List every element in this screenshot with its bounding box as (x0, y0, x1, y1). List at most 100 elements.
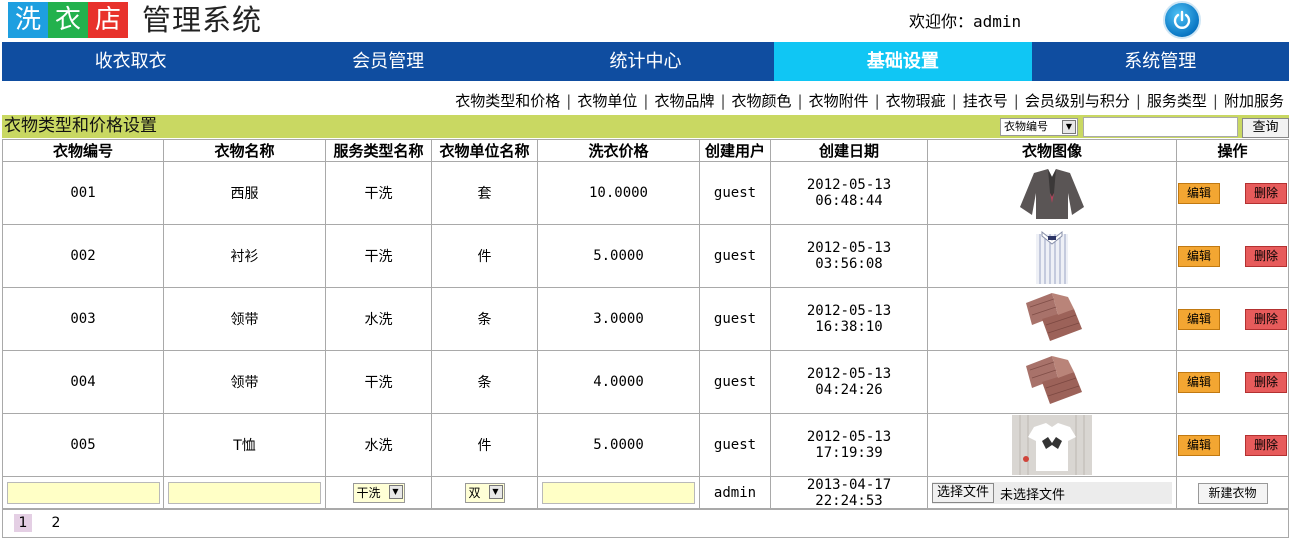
cell-unit: 件 (431, 413, 538, 477)
cell-user: guest (699, 224, 771, 288)
new-service-select[interactable]: 干洗 ▼ (352, 483, 405, 503)
column-header-code[interactable]: 衣物编号 (2, 139, 164, 162)
cell-user: guest (699, 413, 771, 477)
sub-nav: 衣物类型和价格 | 衣物单位 | 衣物品牌 | 衣物颜色 | 衣物附件 | 衣物瑕疵 | 挂… (340, 90, 1290, 112)
edit-button[interactable]: 编辑 (1178, 308, 1221, 330)
choose-file-button[interactable]: 选择文件 (932, 483, 995, 503)
nav-item-receive[interactable]: 收衣取衣 (2, 42, 259, 81)
cell-code: 004 (2, 350, 164, 414)
subnav-item-extra-services[interactable]: 附加服务 (1218, 90, 1290, 112)
table-row: 001 西服 干洗 套 10.0000 guest 2012-05-13 06:… (2, 161, 1289, 225)
delete-button[interactable]: 删除 (1244, 308, 1287, 330)
edit-button[interactable]: 编辑 (1178, 434, 1221, 456)
cell-service: 干洗 (325, 350, 432, 414)
new-unit-cell: 双 ▼ (431, 476, 538, 510)
nav-item-system[interactable]: 系统管理 (1032, 42, 1289, 81)
cell-image (927, 224, 1177, 288)
tie-image (1026, 293, 1082, 341)
table-row: 005 T恤 水洗 件 5.0000 guest 2012-05-13 17:1… (2, 413, 1289, 477)
logout-button[interactable] (1163, 1, 1201, 39)
subnav-item-accessories[interactable]: 衣物附件 (803, 90, 875, 112)
new-service-selected: 干洗 (356, 486, 381, 500)
delete-button[interactable]: 删除 (1244, 182, 1287, 204)
cell-user: guest (699, 287, 771, 351)
page-1[interactable]: 1 (14, 514, 32, 532)
new-item-button[interactable]: 新建衣物 (1197, 482, 1268, 504)
page-2[interactable]: 2 (47, 514, 65, 532)
column-header-unit[interactable]: 衣物单位名称 (431, 139, 538, 162)
cell-price: 3.0000 (537, 287, 700, 351)
delete-button[interactable]: 删除 (1244, 371, 1287, 393)
search-input[interactable] (1083, 117, 1238, 137)
new-code-cell (2, 476, 164, 510)
edit-button[interactable]: 编辑 (1178, 245, 1221, 267)
cell-price: 4.0000 (537, 350, 700, 414)
query-button[interactable]: 查询 (1242, 118, 1289, 138)
nav-item-stats[interactable]: 统计中心 (517, 42, 774, 81)
cell-code: 002 (2, 224, 164, 288)
nav-item-basic-settings[interactable]: 基础设置 (774, 42, 1032, 81)
shirt-image (1036, 230, 1068, 284)
column-header-actions: 操作 (1176, 139, 1289, 162)
cell-actions: 编辑 删除 (1176, 224, 1289, 288)
cell-price: 10.0000 (537, 161, 700, 225)
column-header-name[interactable]: 衣物名称 (163, 139, 326, 162)
column-header-price[interactable]: 洗衣价格 (537, 139, 700, 162)
filter-field-select[interactable]: 衣物编号 ▼ (1000, 118, 1078, 136)
edit-button[interactable]: 编辑 (1178, 182, 1221, 204)
filter-selected-value: 衣物编号 (1004, 120, 1048, 133)
column-header-service[interactable]: 服务类型名称 (325, 139, 432, 162)
cell-image (927, 413, 1177, 477)
new-name-cell (163, 476, 326, 510)
column-header-date[interactable]: 创建日期 (770, 139, 928, 162)
clothes-table: 衣物编号 衣物名称 服务类型名称 衣物单位名称 洗衣价格 创建用户 创建日期 衣… (2, 139, 1289, 510)
cell-code: 005 (2, 413, 164, 477)
subnav-item-colors[interactable]: 衣物颜色 (726, 90, 798, 112)
cell-date: 2012-05-13 16:38:10 (770, 287, 928, 351)
cell-image (927, 350, 1177, 414)
new-service-cell: 干洗 ▼ (325, 476, 432, 510)
cell-actions: 编辑 删除 (1176, 161, 1289, 225)
pager: 1 2 (2, 508, 1289, 538)
edit-button[interactable]: 编辑 (1178, 371, 1221, 393)
nav-item-members[interactable]: 会员管理 (259, 42, 516, 81)
cell-service: 干洗 (325, 224, 432, 288)
delete-button[interactable]: 删除 (1244, 245, 1287, 267)
new-user-cell: admin (699, 476, 771, 510)
subnav-item-service-types[interactable]: 服务类型 (1141, 90, 1213, 112)
new-price-input[interactable] (542, 482, 695, 504)
cell-user: guest (699, 161, 771, 225)
new-unit-select[interactable]: 双 ▼ (464, 483, 505, 503)
cell-code: 001 (2, 161, 164, 225)
cell-name: 衬衫 (163, 224, 326, 288)
cell-date: 2012-05-13 04:24:26 (770, 350, 928, 414)
cell-service: 干洗 (325, 161, 432, 225)
subnav-item-types[interactable]: 衣物类型和价格 (449, 90, 566, 112)
subnav-item-hanger[interactable]: 挂衣号 (957, 90, 1014, 112)
cell-price: 5.0000 (537, 413, 700, 477)
subnav-item-brands[interactable]: 衣物品牌 (648, 90, 720, 112)
delete-button[interactable]: 删除 (1244, 434, 1287, 456)
new-code-input[interactable] (6, 482, 160, 504)
column-header-user[interactable]: 创建用户 (699, 139, 771, 162)
new-unit-selected: 双 (468, 486, 481, 500)
new-date-cell: 2013-04-17 22:24:53 (770, 476, 928, 510)
subnav-item-defects[interactable]: 衣物瑕疵 (880, 90, 952, 112)
table-row: 004 领带 干洗 条 4.0000 guest 2012-05-13 04:2… (2, 350, 1289, 414)
table-header-row: 衣物编号 衣物名称 服务类型名称 衣物单位名称 洗衣价格 创建用户 创建日期 衣… (2, 139, 1289, 162)
cell-name: T恤 (163, 413, 326, 477)
section-bar: 衣物类型和价格设置 衣物编号 ▼ 查询 (2, 115, 1289, 138)
subnav-item-units[interactable]: 衣物单位 (571, 90, 643, 112)
cell-name: 西服 (163, 161, 326, 225)
new-action-cell: 新建衣物 (1176, 476, 1289, 510)
section-title: 衣物类型和价格设置 (4, 116, 157, 136)
cell-price: 5.0000 (537, 224, 700, 288)
new-name-input[interactable] (168, 482, 321, 504)
subnav-item-member-levels[interactable]: 会员级别与积分 (1019, 90, 1136, 112)
logo-char-1: 洗 (8, 2, 48, 38)
cell-date: 2012-05-13 03:56:08 (770, 224, 928, 288)
new-item-row: 干洗 ▼ 双 ▼ admin 2013-04-17 22:24:53 选择文件 … (2, 476, 1289, 510)
table-row: 003 领带 水洗 条 3.0000 guest 2012-05-13 16:3… (2, 287, 1289, 351)
dropdown-arrow-icon: ▼ (488, 485, 503, 499)
cell-actions: 编辑 删除 (1176, 413, 1289, 477)
